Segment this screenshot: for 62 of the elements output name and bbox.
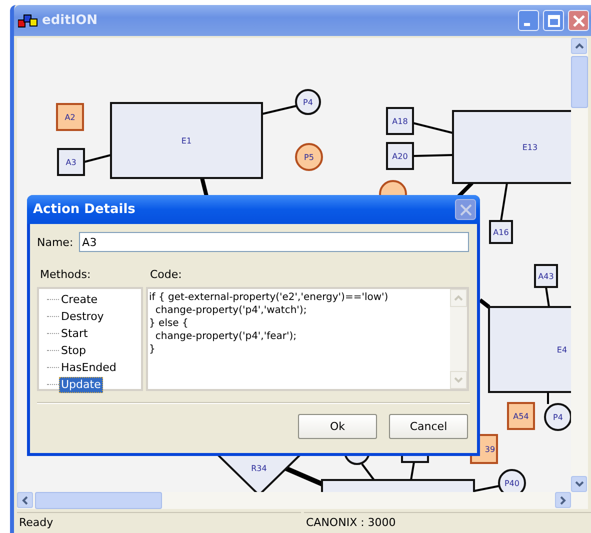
connector-line: [412, 122, 454, 134]
scroll-down-button[interactable]: [571, 476, 587, 492]
scroll-thumb[interactable]: [35, 492, 162, 509]
connector-line: [262, 105, 296, 115]
code-scrollbar[interactable]: [450, 289, 467, 389]
property-node: P4: [295, 89, 321, 115]
dialog-title: Action Details: [33, 202, 136, 217]
property-node: P5: [295, 143, 323, 171]
close-icon: [572, 14, 584, 26]
scroll-left-button[interactable]: [17, 492, 33, 508]
methods-label: Methods:: [40, 268, 92, 283]
connector-line: [410, 462, 415, 480]
status-text: Ready: [17, 512, 301, 532]
action-node: A16: [489, 220, 513, 244]
connector-line: [500, 182, 508, 222]
connector-line: [412, 154, 454, 157]
scroll-up-button[interactable]: [571, 38, 587, 54]
connector-line: [361, 463, 375, 481]
method-item[interactable]: Destroy: [59, 308, 106, 324]
connector-line: [545, 286, 550, 308]
maximize-icon: [548, 14, 560, 26]
property-node: P4: [544, 403, 571, 431]
entity-node: E13: [452, 110, 571, 184]
action-node: A43: [534, 264, 558, 288]
action-node: A20: [386, 142, 414, 170]
code-text: if { get-external-property('e2','energy')=='low') change-property('p4','watch'); } else { change-property('p4','fear'); }: [148, 291, 390, 357]
method-item[interactable]: Start: [59, 326, 90, 342]
maximize-button[interactable]: [543, 10, 564, 31]
connector-line: [474, 485, 500, 492]
close-icon: [460, 204, 472, 216]
code-label: Code:: [150, 268, 182, 283]
minimize-button[interactable]: [518, 10, 539, 31]
scroll-thumb[interactable]: [571, 56, 588, 108]
cancel-button[interactable]: Cancel: [389, 414, 468, 439]
connector-line: [478, 298, 490, 309]
name-field[interactable]: A3: [79, 232, 470, 252]
window-title: editION: [42, 13, 98, 28]
method-item[interactable]: Create: [59, 292, 100, 308]
close-button[interactable]: [455, 199, 476, 220]
code-editor[interactable]: if { get-external-property('e2','energy')=='low') change-property('p4','watch'); } else { change-property('p4','fear'); }: [146, 287, 469, 391]
method-item[interactable]: Update: [59, 376, 103, 392]
action-node: A2: [56, 103, 84, 131]
method-item[interactable]: Stop: [59, 342, 88, 358]
connector-line: [84, 154, 112, 163]
status-text: CANONIX : 3000: [304, 512, 591, 532]
action-node: A54: [507, 402, 535, 430]
connector-line: [547, 392, 549, 404]
vertical-scrollbar[interactable]: [571, 38, 588, 492]
minimize-icon: [524, 22, 530, 26]
method-item[interactable]: HasEnded: [59, 360, 118, 376]
scroll-right-button[interactable]: [555, 492, 571, 508]
ok-button[interactable]: Ok: [298, 414, 377, 439]
connector-line: [284, 466, 323, 486]
entity-node: E1: [110, 102, 263, 179]
action-node: A3: [57, 148, 85, 176]
role-node: R34: [216, 454, 302, 492]
blocks-icon: [18, 14, 38, 28]
property-node: P40: [498, 469, 526, 492]
name-label: Name:: [37, 236, 74, 248]
entity-node: E4: [488, 306, 571, 393]
horizontal-scrollbar[interactable]: [17, 492, 588, 509]
action-node: A18: [386, 107, 414, 135]
